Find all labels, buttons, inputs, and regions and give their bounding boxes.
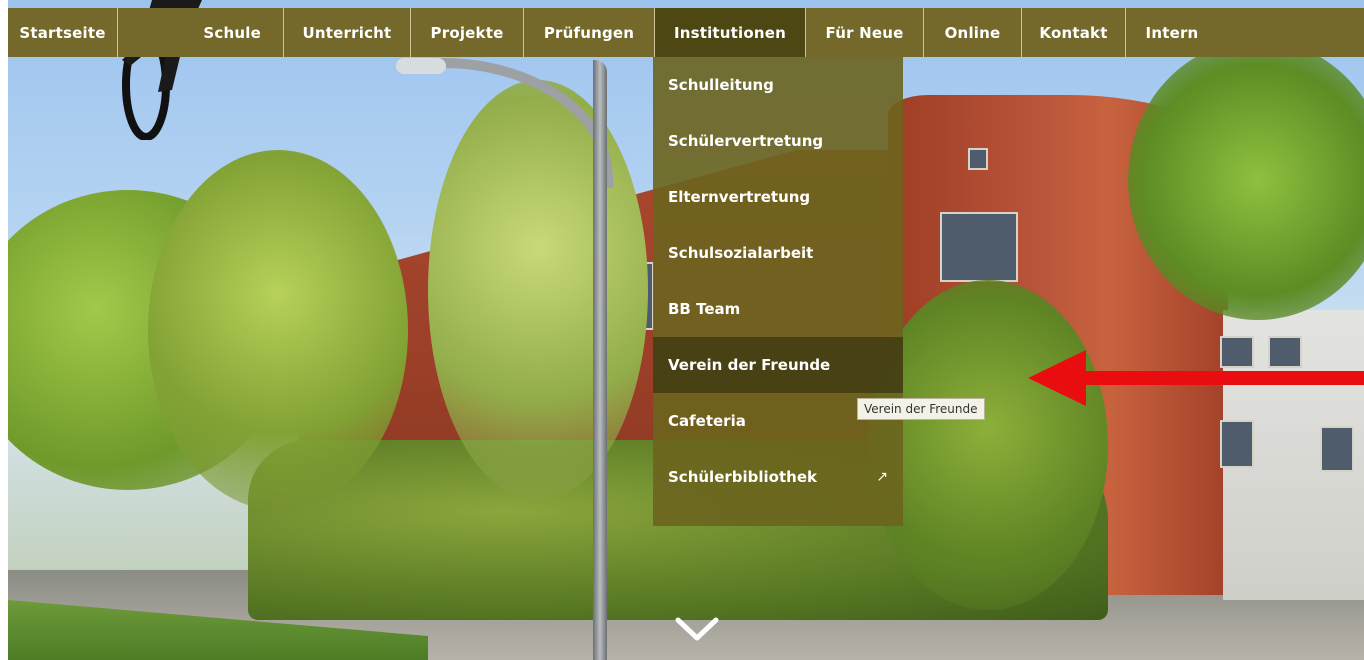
tree [868,280,1108,610]
street-lamp-arm [433,58,613,188]
nav-item-schule[interactable]: Schule [118,8,284,57]
menu-item-schulleitung[interactable]: Schulleitung [653,57,903,113]
chevron-down-icon[interactable] [674,614,720,644]
nav-item-unterricht[interactable]: Unterricht [284,8,411,57]
institutionen-dropdown: Schulleitung Schülervertretung Elternver… [653,57,903,526]
window [940,212,1018,282]
street-lamp-pole [593,60,607,660]
nav-item-pruefungen[interactable]: Prüfungen [524,8,655,57]
arrow-head [1028,350,1086,406]
window [1220,420,1254,468]
nav-item-startseite[interactable]: Startseite [8,8,118,57]
nav-item-kontakt[interactable]: Kontakt [1022,8,1126,57]
menu-item-verein-der-freunde[interactable]: Verein der Freunde [653,337,903,393]
window [1320,426,1354,472]
menu-item-schuelerbibliothek[interactable]: Schülerbibliothek ↗ [653,449,903,505]
menu-item-label: Schulleitung [668,76,774,94]
menu-item-schuelervertretung[interactable]: Schülervertretung [653,113,903,169]
menu-item-label: Cafeteria [668,412,746,430]
tree [148,150,408,510]
menu-item-label: Schülervertretung [668,132,824,150]
nav-item-intern[interactable]: Intern [1126,8,1218,57]
window [968,148,988,170]
menu-item-label: Verein der Freunde [668,356,831,374]
main-navigation: Startseite Schule Unterricht Projekte Pr… [8,8,1364,57]
menu-item-schulsozialarbeit[interactable]: Schulsozialarbeit [653,225,903,281]
nav-item-fuer-neue[interactable]: Für Neue [806,8,924,57]
arrow-shaft [1075,371,1364,385]
window [1268,336,1302,368]
menu-item-label: Schülerbibliothek [668,468,817,486]
nav-item-projekte[interactable]: Projekte [411,8,524,57]
menu-item-label: Elternvertretung [668,188,811,206]
menu-item-bb-team[interactable]: BB Team [653,281,903,337]
menu-item-label: BB Team [668,300,741,318]
nav-item-institutionen[interactable]: Institutionen [655,8,806,57]
nav-item-online[interactable]: Online [924,8,1022,57]
street-lamp-head [396,58,446,74]
menu-item-label: Schulsozialarbeit [668,244,814,262]
external-link-icon: ↗ [876,469,888,485]
window [1220,336,1254,368]
menu-item-elternvertretung[interactable]: Elternvertretung [653,169,903,225]
tooltip: Verein der Freunde [857,398,985,420]
